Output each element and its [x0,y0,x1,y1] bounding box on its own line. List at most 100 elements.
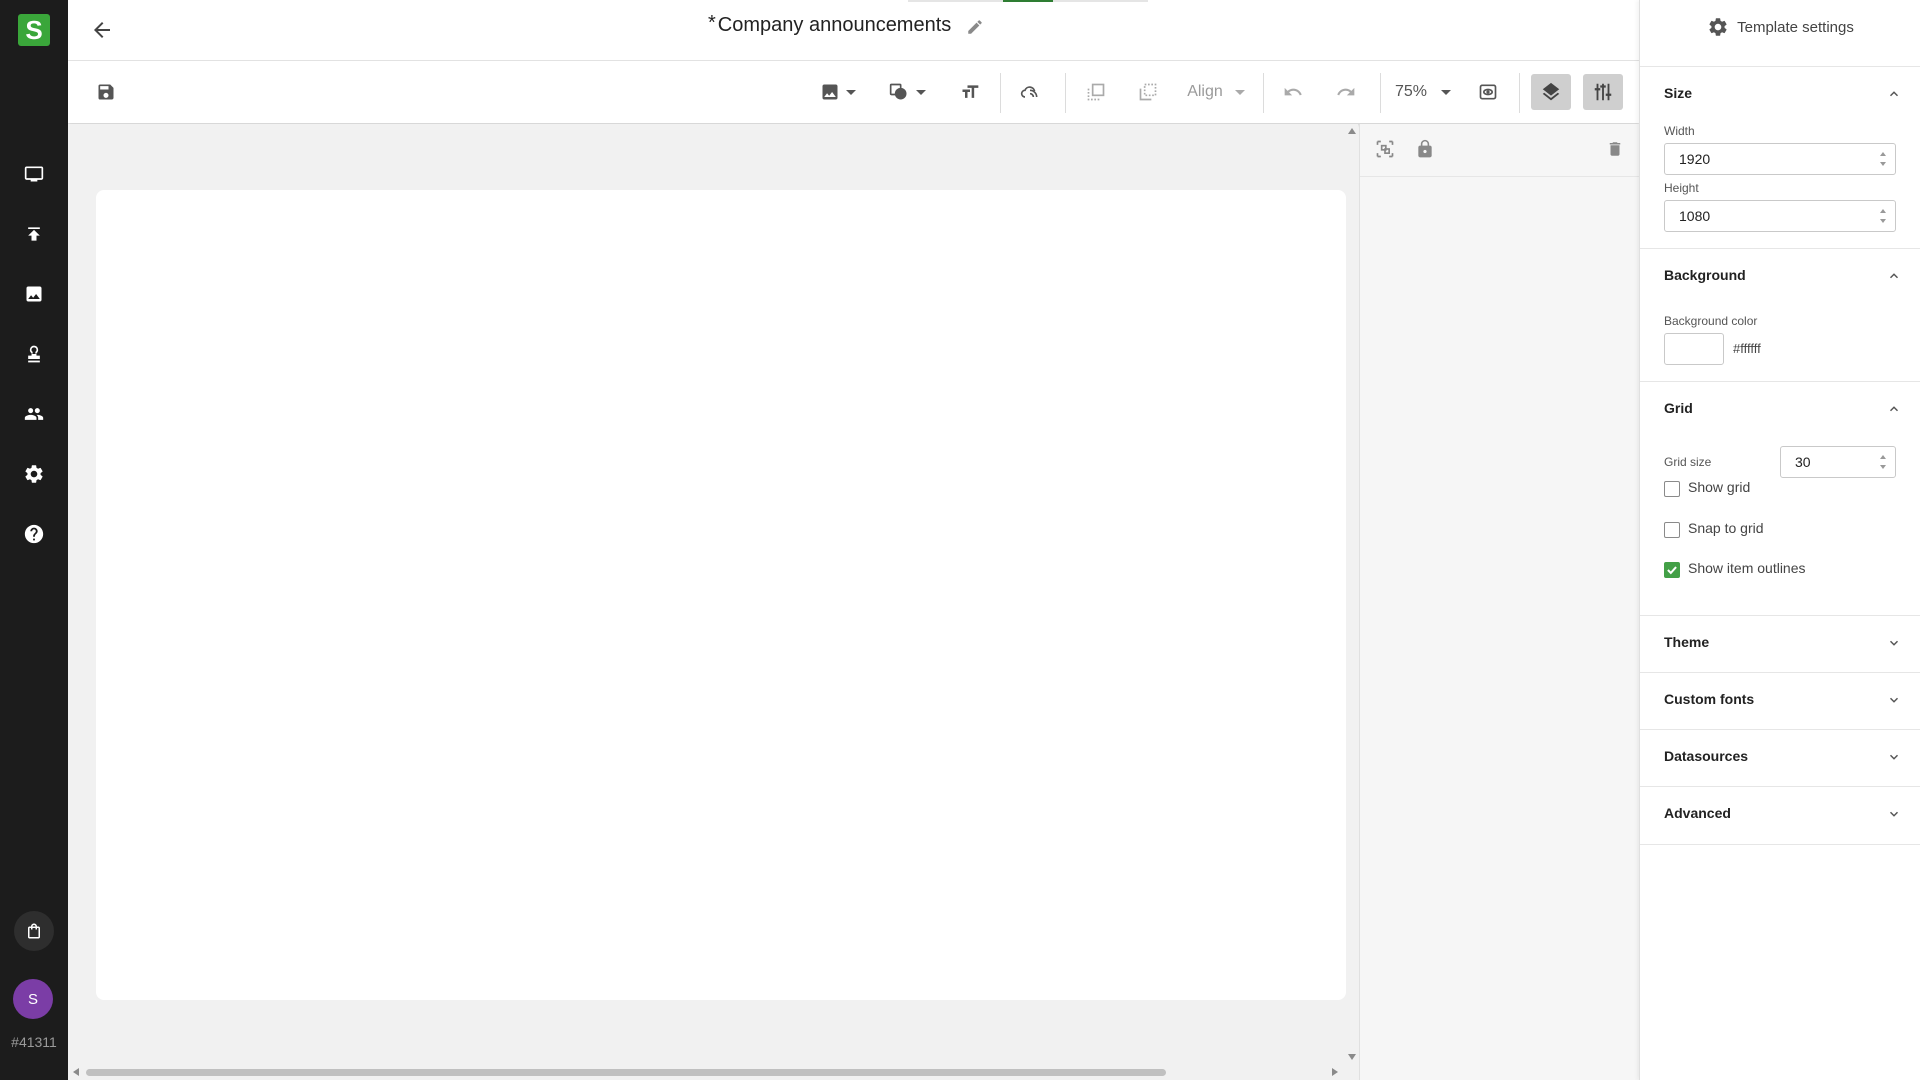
undo-button[interactable] [1275,74,1311,110]
group-button[interactable] [1374,138,1396,160]
scroll-left-arrow[interactable] [73,1068,79,1076]
layers-panel [1359,124,1640,1080]
template-settings-panel: Template settings Size Width 1920 Height… [1639,0,1920,1080]
theme-section[interactable]: Theme [1640,615,1920,673]
nav-templates[interactable] [14,334,54,374]
nav-settings[interactable] [14,454,54,494]
delete-button[interactable] [1604,138,1626,160]
shopping-bag-icon [28,923,40,939]
show-item-outlines-label[interactable]: Show item outlines [1688,560,1806,576]
background-section-title[interactable]: Background [1664,267,1746,283]
chevron-up-icon[interactable] [1887,402,1901,416]
advanced-section[interactable]: Advanced [1640,786,1920,845]
spinner-icon[interactable] [1879,207,1887,225]
upload-icon [28,227,40,241]
show-item-outlines-checkbox[interactable] [1664,562,1680,578]
scroll-right-arrow[interactable] [1332,1068,1338,1076]
height-value: 1080 [1679,208,1711,224]
image-icon [822,84,838,100]
show-grid-checkbox[interactable] [1664,481,1680,497]
background-color-value: #ffffff [1733,341,1761,356]
vertical-scrollbar[interactable] [1346,124,1358,1070]
send-backward-icon [1139,83,1157,101]
app-logo-letter: S [25,15,43,45]
height-label: Height [1664,181,1699,195]
datasources-section[interactable]: Datasources [1640,729,1920,787]
preview-icon [1479,84,1497,100]
add-shape-button[interactable] [883,74,931,110]
redo-icon [1337,87,1355,96]
add-widget-button[interactable] [1012,74,1048,110]
properties-toggle[interactable] [1583,74,1623,110]
show-grid-label[interactable]: Show grid [1688,479,1750,495]
nav-media[interactable] [14,274,54,314]
nav-users[interactable] [14,394,54,434]
grid-size-input[interactable]: 30 [1780,446,1896,478]
add-text-button[interactable] [952,74,988,110]
people-icon [24,408,44,420]
toolbar-divider [1519,73,1520,113]
chevron-down-icon[interactable] [1887,636,1901,650]
snap-to-grid-label[interactable]: Snap to grid [1688,520,1764,536]
bring-forward-button[interactable] [1078,74,1114,110]
layers-icon [1542,82,1560,101]
text-size-icon [962,85,979,98]
theme-section-title[interactable]: Theme [1664,634,1709,650]
bring-forward-icon [1087,83,1105,101]
scroll-up-arrow[interactable] [1348,128,1356,134]
redo-button[interactable] [1328,74,1364,110]
nav-publish[interactable] [14,214,54,254]
shop-button[interactable] [14,911,54,951]
layers-toggle[interactable] [1531,74,1571,110]
spinner-icon[interactable] [1879,150,1887,168]
preview-button[interactable] [1470,74,1506,110]
toolbar-divider [1000,73,1001,113]
snap-to-grid-checkbox[interactable] [1664,522,1680,538]
custom-fonts-section[interactable]: Custom fonts [1640,672,1920,730]
horizontal-scroll-thumb[interactable] [86,1069,1166,1076]
chevron-down-icon[interactable] [1887,807,1901,821]
grid-section: Grid Grid size 30 Show grid Snap to grid… [1640,381,1920,616]
grid-size-value: 30 [1795,454,1811,470]
size-section-title[interactable]: Size [1664,85,1692,101]
nav-screens[interactable] [14,154,54,194]
save-button[interactable] [88,74,124,110]
chevron-down-icon[interactable] [1887,693,1901,707]
chevron-up-icon[interactable] [1887,87,1901,101]
user-avatar[interactable]: S [13,979,53,1019]
chevron-up-icon[interactable] [1887,269,1901,283]
datasources-section-title[interactable]: Datasources [1664,748,1748,764]
scroll-down-arrow[interactable] [1348,1054,1356,1060]
app-logo[interactable]: S [18,14,50,46]
nav-help[interactable] [14,514,54,554]
send-backward-button[interactable] [1130,74,1166,110]
page-title: * Company announcements [708,12,952,37]
advanced-section-title[interactable]: Advanced [1664,805,1731,821]
stamp-icon [28,345,40,363]
checkmark-icon [1667,566,1677,575]
chevron-down-icon [846,89,856,95]
settings-title: Template settings [1737,18,1854,36]
background-color-swatch[interactable] [1664,333,1724,365]
template-artboard[interactable] [96,190,1346,1000]
align-dropdown[interactable]: Align [1180,74,1252,110]
add-media-button[interactable] [814,74,862,110]
chevron-down-icon[interactable] [1887,750,1901,764]
lock-button[interactable] [1414,138,1436,160]
rename-button[interactable] [966,18,986,38]
height-input[interactable]: 1080 [1664,200,1896,232]
canvas-viewport[interactable] [68,124,1346,1070]
width-input[interactable]: 1920 [1664,143,1896,175]
zoom-dropdown[interactable]: 75% [1390,74,1456,110]
trash-icon [1609,142,1621,156]
template-title: Company announcements [717,14,952,36]
tab-indicator-active [1003,0,1053,2]
align-label: Align [1187,83,1223,100]
chevron-down-icon [916,89,926,95]
gear-icon [1709,18,1727,36]
spinner-icon[interactable] [1879,453,1887,471]
back-button[interactable] [90,18,114,42]
grid-section-title[interactable]: Grid [1664,400,1693,416]
zoom-level: 75% [1394,83,1428,100]
custom-fonts-section-title[interactable]: Custom fonts [1664,691,1754,707]
